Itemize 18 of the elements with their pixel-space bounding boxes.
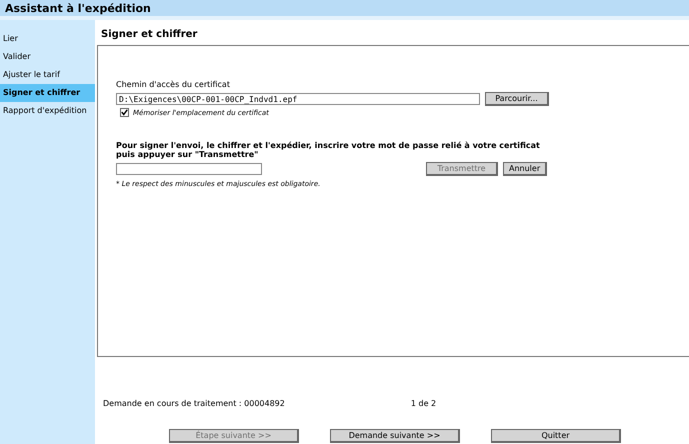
page-heading: Signer et chiffrer	[100, 28, 198, 42]
sidebar-item[interactable]: Signer et chiffrer	[0, 84, 95, 102]
checkbox[interactable]	[120, 108, 129, 117]
nav-button[interactable]: Quitter	[491, 429, 621, 443]
page-counter: 1 de 2	[410, 399, 436, 408]
sidebar-item[interactable]: Valider	[0, 48, 95, 66]
instruction-text: Pour signer l'envoi, le chiffrer et l'expédier, inscrire votre mot de passe relié à votre certificat puis appuyer sur "Transmettre"	[116, 141, 541, 159]
browse-button[interactable]: Parcourir...	[485, 92, 549, 106]
nav-button[interactable]: Demande suivante >>	[330, 429, 460, 443]
action-button[interactable]: Annuler	[503, 162, 548, 176]
window-title: Assistant à l'expédition	[5, 2, 151, 14]
sidebar-item[interactable]: Lier	[0, 30, 95, 48]
request-status: Demande en cours de traitement : 00004892	[103, 399, 285, 408]
field-label: Chemin d'accès du certificat	[116, 80, 231, 89]
certificate-path-field[interactable]: D:\Exigences\00CP-001-00CP_Indvd1.epf	[116, 93, 480, 105]
sidebar-item[interactable]: Rapport d'expédition	[0, 102, 95, 120]
password-field[interactable]	[116, 163, 262, 175]
sidebar-item[interactable]: Ajuster le tarif	[0, 66, 95, 84]
